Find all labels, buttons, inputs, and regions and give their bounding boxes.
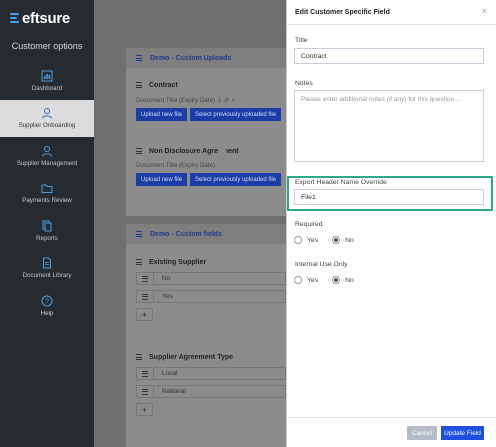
logo-mark-icon (10, 13, 19, 23)
sidebar-item-label: Supplier Onboarding (18, 122, 76, 130)
trash-icon[interactable]: ▪ (232, 97, 234, 104)
drag-handle-icon[interactable] (136, 231, 142, 237)
drag-handle-icon[interactable] (142, 388, 148, 395)
users-icon (41, 145, 53, 157)
document-icon (41, 257, 53, 269)
collapse-tab[interactable] (218, 139, 226, 153)
drag-handle-icon[interactable] (136, 82, 142, 88)
select-uploaded-file-button[interactable]: Select previously uploaded file (190, 173, 282, 186)
title-label: Title (295, 37, 308, 44)
custom-fields-header[interactable]: Demo - Custom fields (126, 224, 286, 244)
close-icon[interactable]: × (482, 6, 487, 16)
required-label: Required (295, 221, 323, 228)
required-no-radio[interactable]: No (332, 236, 354, 244)
select-uploaded-file-button[interactable]: Select previously uploaded file (190, 108, 282, 121)
main-content: Demo - Custom Uploads Contract Document … (94, 0, 286, 447)
required-yes-radio[interactable]: Yes (294, 236, 318, 244)
internal-use-radio-group: Yes No (294, 276, 354, 284)
option-row[interactable]: National (136, 385, 286, 398)
sidebar-item-label: Dashboard (31, 84, 63, 92)
download-icon[interactable]: ⤓ (218, 96, 221, 104)
internal-no-radio[interactable]: No (332, 276, 354, 284)
export-header-highlight (287, 176, 493, 211)
option-label: Local (162, 370, 178, 377)
sidebar-nav: Dashboard Supplier Onboarding Supplier M… (0, 62, 94, 325)
sidebar-item-dashboard[interactable]: Dashboard (0, 62, 94, 100)
radio-circle[interactable] (294, 276, 302, 284)
option-label: Yes (162, 293, 173, 300)
help-icon: ? (41, 295, 53, 307)
option-label: National (162, 388, 186, 395)
sidebar-item-payments-review[interactable]: Payments Review (0, 175, 94, 213)
upload-item-title: Contract (149, 81, 178, 89)
sidebar-item-label: Help (40, 309, 54, 317)
custom-fields-card: Demo - Custom fields Existing Supplier N… (126, 224, 286, 447)
folder-icon (41, 182, 53, 194)
panel-footer: Cancel Update Field (287, 417, 496, 447)
option-row[interactable]: No (136, 272, 286, 285)
radio-circle[interactable] (332, 236, 341, 244)
drag-handle-icon[interactable] (136, 354, 142, 360)
field-title: Existing Supplier (149, 258, 207, 266)
notes-textarea[interactable]: Please enter additional notes (if any) f… (294, 90, 484, 162)
upload-item-contract: Contract Document Title (Expiry Date) ⤓ ↺… (136, 80, 286, 121)
radio-label: No (345, 236, 354, 244)
upload-new-file-button[interactable]: Upload new file (136, 108, 188, 121)
upload-item-subtitle: Document Title (Expiry Date) (136, 162, 216, 169)
dashboard-icon (41, 70, 53, 82)
radio-circle[interactable] (332, 276, 341, 284)
sidebar-heading: Customer options (11, 41, 83, 51)
internal-yes-radio[interactable]: Yes (294, 276, 318, 284)
sidebar-item-supplier-onboarding[interactable]: Supplier Onboarding (0, 99, 94, 137)
radio-label: No (345, 276, 354, 284)
custom-uploads-card: Demo - Custom Uploads Contract Document … (126, 48, 286, 216)
svg-text:?: ? (45, 298, 49, 305)
sidebar-item-document-library[interactable]: Document Library (0, 250, 94, 288)
upload-item-nda: Non Disclosure Agreement Document Title … (136, 146, 286, 186)
sidebar-item-supplier-management[interactable]: Supplier Management (0, 137, 94, 175)
upload-new-file-button[interactable]: Upload new file (136, 173, 188, 186)
option-row[interactable]: Yes (136, 290, 286, 303)
radio-label: Yes (307, 276, 319, 284)
eftsure-logo[interactable]: eftsure (10, 9, 70, 27)
field-existing-supplier: Existing Supplier No Yes + (136, 257, 286, 321)
user-icon (41, 107, 53, 119)
sidebar-item-help[interactable]: ? Help (0, 287, 94, 325)
sidebar: eftsure Customer options Dashboard Suppl… (0, 0, 94, 447)
cancel-button[interactable]: Cancel (407, 426, 437, 440)
field-supplier-agreement-type: Supplier Agreement Type Local National + (136, 352, 286, 416)
drag-handle-icon[interactable] (136, 259, 142, 265)
logo-text: eftsure (22, 9, 70, 27)
section-title: Demo - Custom Uploads (150, 54, 232, 62)
drag-handle-icon[interactable] (136, 148, 142, 154)
required-radio-group: Yes No (294, 236, 354, 244)
add-option-button[interactable]: + (136, 308, 153, 321)
radio-label: Yes (307, 236, 319, 244)
internal-use-label: Internal Use Only (295, 261, 348, 268)
section-title: Demo - Custom fields (150, 230, 222, 238)
option-row[interactable]: Local (136, 367, 286, 380)
drag-handle-icon[interactable] (142, 293, 148, 300)
field-title: Supplier Agreement Type (149, 353, 234, 361)
sidebar-item-label: Document Library (22, 272, 72, 280)
custom-uploads-header[interactable]: Demo - Custom Uploads (126, 48, 286, 68)
edit-field-panel: Edit Customer Specific Field × Title Con… (286, 0, 496, 447)
radio-circle[interactable] (294, 236, 302, 244)
upload-item-subtitle: Document Title (Expiry Date) (136, 96, 216, 104)
sidebar-item-label: Reports (36, 234, 58, 242)
sidebar-item-label: Payments Review (22, 197, 72, 205)
drag-handle-icon[interactable] (136, 55, 142, 61)
panel-title: Edit Customer Specific Field (287, 0, 496, 25)
add-option-button[interactable]: + (136, 403, 153, 416)
notes-label: Notes (295, 80, 313, 87)
drag-handle-icon[interactable] (142, 370, 148, 377)
drag-handle-icon[interactable] (142, 275, 148, 282)
report-icon (41, 220, 53, 232)
sidebar-item-label: Supplier Management (16, 159, 78, 167)
update-field-button[interactable]: Update Field (441, 426, 484, 440)
title-input[interactable]: Contract (294, 48, 484, 64)
option-label: No (162, 275, 171, 282)
sidebar-item-reports[interactable]: Reports (0, 212, 94, 250)
history-icon[interactable]: ↺ (224, 97, 229, 104)
